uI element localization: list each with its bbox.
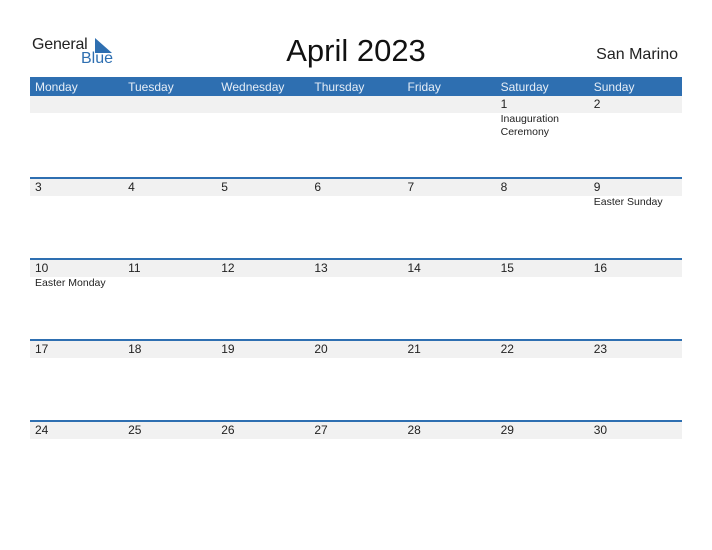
day-cell: 24 xyxy=(30,422,123,501)
day-cell xyxy=(123,96,216,175)
day-number: 6 xyxy=(314,180,322,194)
day-number: 22 xyxy=(500,342,514,356)
days-row: 24 25 26 27 28 29 30 xyxy=(30,422,682,501)
day-cell: 1 Inauguration Ceremony xyxy=(496,96,589,175)
days-row: 1 Inauguration Ceremony 2 xyxy=(30,96,682,175)
week-row: 24 25 26 27 28 29 30 xyxy=(30,420,682,501)
day-cell: 22 xyxy=(496,341,589,420)
holiday-label: Easter Sunday xyxy=(593,196,663,208)
day-number: 30 xyxy=(593,423,608,437)
day-number: 3 xyxy=(35,180,42,194)
weekday-thursday: Thursday xyxy=(314,80,365,94)
day-cell: 17 xyxy=(30,341,123,420)
day-cell: 10 Easter Monday xyxy=(30,260,123,339)
day-cell: 12 xyxy=(216,260,309,339)
day-number: 17 xyxy=(35,342,49,356)
days-row: 10 Easter Monday 11 12 13 14 15 16 xyxy=(30,260,682,339)
holiday-label: Inauguration Ceremony xyxy=(500,113,560,138)
day-number: 9 xyxy=(593,180,601,194)
day-number: 23 xyxy=(593,342,608,356)
day-number: 18 xyxy=(128,342,142,356)
weekday-monday: Monday xyxy=(35,80,78,94)
day-cell: 27 xyxy=(309,422,402,501)
day-number: 13 xyxy=(314,261,328,275)
day-cell: 4 xyxy=(123,179,216,258)
day-cell: 25 xyxy=(123,422,216,501)
day-cell: 13 xyxy=(309,260,402,339)
day-cell: 9 Easter Sunday xyxy=(589,179,682,258)
day-number: 19 xyxy=(221,342,235,356)
day-number: 14 xyxy=(407,261,421,275)
days-row: 17 18 19 20 21 22 23 xyxy=(30,341,682,420)
day-number xyxy=(35,96,123,113)
day-cell xyxy=(403,96,496,175)
weekday-tuesday: Tuesday xyxy=(128,80,174,94)
weekday-saturday: Saturday xyxy=(500,80,549,94)
day-number: 4 xyxy=(128,180,135,194)
day-cell: 29 xyxy=(496,422,589,501)
week-row: 10 Easter Monday 11 12 13 14 15 16 xyxy=(30,258,682,339)
day-number: 5 xyxy=(221,180,228,194)
day-cell: 2 xyxy=(589,96,682,175)
country-label: San Marino xyxy=(596,46,678,63)
day-number: 15 xyxy=(500,261,514,275)
day-cell: 11 xyxy=(123,260,216,339)
day-cell: 21 xyxy=(403,341,496,420)
day-number: 24 xyxy=(35,423,49,437)
day-cell xyxy=(309,96,402,175)
week-row: 1 Inauguration Ceremony 2 xyxy=(30,96,682,177)
day-cell: 19 xyxy=(216,341,309,420)
day-number: 28 xyxy=(407,423,421,437)
day-cell: 7 xyxy=(403,179,496,258)
day-cell: 6 xyxy=(309,179,402,258)
day-cell: 8 xyxy=(496,179,589,258)
holiday-label: Easter Monday xyxy=(35,277,106,289)
day-cell: 16 xyxy=(589,260,682,339)
day-cell: 30 xyxy=(589,422,682,501)
weekday-sunday: Sunday xyxy=(593,80,635,94)
day-cell: 5 xyxy=(216,179,309,258)
day-cell: 15 xyxy=(496,260,589,339)
day-number: 16 xyxy=(593,261,608,275)
day-number: 29 xyxy=(500,423,514,437)
day-cell: 28 xyxy=(403,422,496,501)
day-cell: 26 xyxy=(216,422,309,501)
day-number: 25 xyxy=(128,423,142,437)
day-cell: 20 xyxy=(309,341,402,420)
weekday-header: Monday Tuesday Wednesday Thursday Friday… xyxy=(30,77,682,96)
day-number: 20 xyxy=(314,342,328,356)
day-cell xyxy=(216,96,309,175)
day-number: 26 xyxy=(221,423,235,437)
week-row: 3 4 5 6 7 8 9 Easter Sunday xyxy=(30,177,682,258)
days-row: 3 4 5 6 7 8 9 Easter Sunday xyxy=(30,179,682,258)
day-number xyxy=(221,96,309,113)
day-cell: 14 xyxy=(403,260,496,339)
weekday-wednesday: Wednesday xyxy=(221,80,285,94)
day-number xyxy=(128,96,216,113)
day-number: 10 xyxy=(35,261,49,275)
day-number: 12 xyxy=(221,261,235,275)
week-row: 17 18 19 20 21 22 23 xyxy=(30,339,682,420)
day-cell: 18 xyxy=(123,341,216,420)
day-number: 7 xyxy=(407,180,415,194)
weeks-container: 1 Inauguration Ceremony 2 3 4 5 6 7 8 9 Easter Sun… xyxy=(30,96,682,501)
day-number: 1 xyxy=(500,97,508,111)
calendar-grid: Monday Tuesday Wednesday Thursday Friday… xyxy=(30,77,682,501)
day-number xyxy=(314,96,402,113)
day-number: 27 xyxy=(314,423,328,437)
day-number: 21 xyxy=(407,342,421,356)
day-number xyxy=(408,96,496,113)
day-cell: 23 xyxy=(589,341,682,420)
day-cell: 3 xyxy=(30,179,123,258)
day-number: 8 xyxy=(500,180,508,194)
weekday-friday: Friday xyxy=(407,80,441,94)
day-cell xyxy=(30,96,123,175)
day-number: 2 xyxy=(593,97,601,111)
day-number: 11 xyxy=(128,261,141,275)
